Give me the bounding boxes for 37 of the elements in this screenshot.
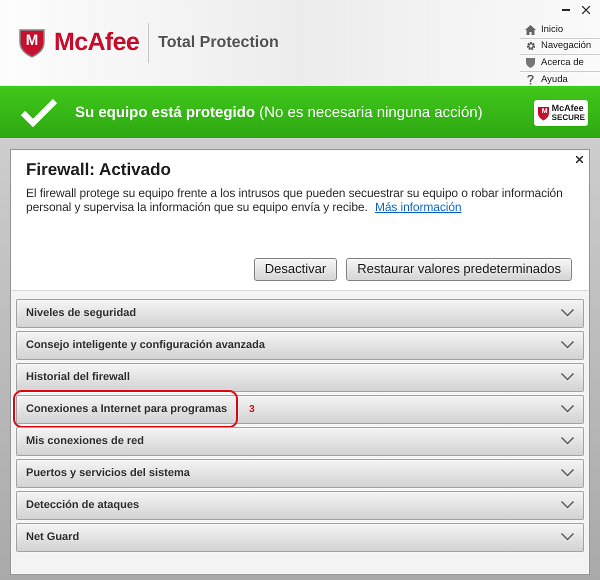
action-button[interactable]: Restaurar valores predeterminados: [346, 258, 572, 280]
header-link[interactable]: Navegación: [520, 38, 600, 55]
settings-icon: [526, 41, 536, 52]
chevron-icon: [561, 501, 574, 509]
header-link[interactable]: Acerca de: [520, 55, 600, 72]
chevron-icon: [561, 405, 574, 413]
section-header[interactable]: Consejo inteligente y configuración avanzada: [16, 330, 584, 360]
close-icon[interactable]: [582, 6, 590, 14]
close-icon[interactable]: [576, 156, 583, 163]
section-header[interactable]: Historial del firewall: [16, 362, 584, 392]
section-header[interactable]: Net Guard: [16, 522, 584, 552]
section-header[interactable]: Detección de ataques: [16, 490, 584, 520]
section-header[interactable]: Puertos y servicios del sistema: [16, 458, 584, 488]
header-link[interactable]: Ayuda: [520, 72, 600, 88]
shield-icon: [526, 58, 535, 68]
header-link[interactable]: Inicio: [520, 22, 600, 38]
minimize-icon[interactable]: [562, 8, 570, 12]
chevron-icon: [561, 341, 574, 349]
checkmark-icon: [20, 98, 58, 128]
section-header[interactable]: Niveles de seguridad: [16, 298, 584, 328]
chevron-icon: [561, 437, 574, 445]
product-name: Total Protection: [158, 33, 279, 53]
panel-title: Firewall: Activado: [26, 159, 172, 181]
annotation-number: 3: [249, 402, 255, 416]
home-icon: [525, 24, 536, 35]
more-info-link[interactable]: Más información: [374, 200, 462, 214]
status-message: Su equipo está protegido (No es necesaria ninguna acción): [75, 102, 483, 123]
section-header[interactable]: Mis conexiones de red: [16, 426, 584, 456]
chevron-icon: [561, 533, 574, 541]
help-icon: [527, 74, 534, 85]
chevron-icon: [561, 309, 574, 317]
shield-logo: M: [18, 28, 46, 58]
panel-description: El firewall protege su equipo frente a los intrusos que pueden secuestrar su equipo o robar información personal y supervisa la información que su equipo envía y recibe. Más información: [26, 186, 564, 214]
chevron-icon: [561, 469, 574, 477]
chevron-icon: [561, 373, 574, 381]
action-button[interactable]: Desactivar: [254, 258, 338, 280]
brand-name: McAfee: [54, 27, 140, 58]
